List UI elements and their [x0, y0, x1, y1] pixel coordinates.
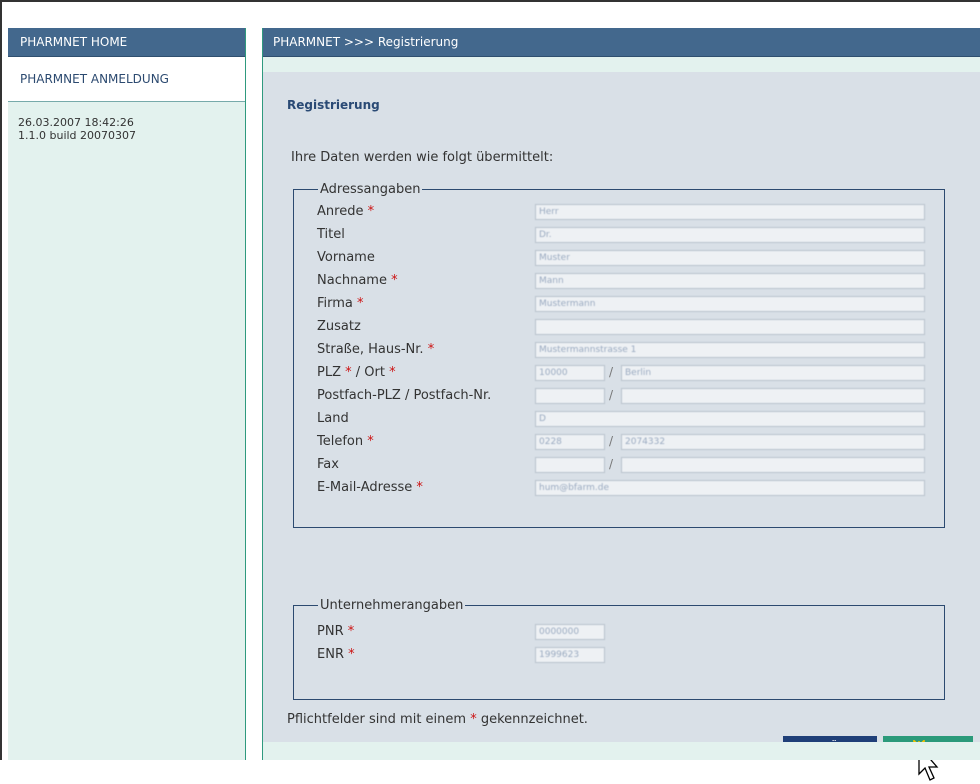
field-plz[interactable]: 10000	[535, 365, 605, 381]
field-telefon-nummer[interactable]: 2074332	[621, 434, 925, 450]
build-version: 1.1.0 build 20070307	[18, 129, 137, 142]
label-email: E-Mail-Adresse *	[317, 480, 423, 495]
window-frame-left	[0, 0, 8, 760]
timestamp: 26.03.2007 18:42:26	[18, 116, 134, 129]
label-titel: Titel	[317, 227, 345, 242]
version-info: 26.03.2007 18:42:26 1.1.0 build 20070307	[8, 102, 245, 142]
page-title: Registrierung	[287, 98, 380, 112]
label-fax: Fax	[317, 457, 339, 472]
field-zusatz[interactable]	[535, 319, 925, 335]
field-pnr[interactable]: 0000000	[535, 624, 605, 640]
field-nachname[interactable]: Mann	[535, 273, 925, 289]
field-postfach-nr[interactable]	[621, 388, 925, 404]
company-legend: Unternehmerangaben	[320, 598, 464, 613]
address-legend: Adressangaben	[320, 182, 421, 197]
field-telefon-vorwahl[interactable]: 0228	[535, 434, 605, 450]
label-anrede: Anrede *	[317, 204, 375, 219]
separator-slash: /	[609, 457, 614, 471]
field-fax-nummer[interactable]	[621, 457, 925, 473]
required-note: Pflichtfelder sind mit einem * gekennzei…	[287, 712, 588, 727]
field-strasse[interactable]: Mustermannstrasse 1	[535, 342, 925, 358]
footer-strip	[263, 742, 980, 760]
main-panel: PHARMNET >>> Registrierung Registrierung…	[262, 28, 980, 781]
label-strasse: Straße, Haus-Nr. *	[317, 342, 435, 357]
field-fax-vorwahl[interactable]	[535, 457, 605, 473]
breadcrumb: PHARMNET >>> Registrierung	[263, 28, 980, 57]
registration-form: Registrierung Ihre Daten werden wie folg…	[263, 72, 980, 781]
sidebar-item-anmeldung[interactable]: PHARMNET ANMELDUNG	[8, 57, 245, 102]
field-firma[interactable]: Mustermann	[535, 296, 925, 312]
label-plz-ort: PLZ * / Ort *	[317, 365, 396, 380]
field-email[interactable]: hum@bfarm.de	[535, 480, 925, 496]
field-ort[interactable]: Berlin	[621, 365, 925, 381]
label-zusatz: Zusatz	[317, 319, 361, 334]
label-enr: ENR *	[317, 647, 355, 662]
field-enr[interactable]: 1999623	[535, 647, 605, 663]
field-postfach-plz[interactable]	[535, 388, 605, 404]
label-telefon: Telefon *	[317, 434, 374, 449]
separator-slash: /	[609, 365, 614, 379]
sidebar: PHARMNET HOME PHARMNET ANMELDUNG 26.03.2…	[8, 28, 246, 760]
field-titel[interactable]: Dr.	[535, 227, 925, 243]
label-vorname: Vorname	[317, 250, 375, 265]
sidebar-home-link[interactable]: PHARMNET HOME	[8, 28, 245, 57]
header-strip	[263, 57, 980, 73]
separator-slash: /	[609, 388, 614, 402]
label-land: Land	[317, 411, 349, 426]
intro-text: Ihre Daten werden wie folgt übermittelt:	[291, 150, 554, 165]
field-anrede[interactable]: Herr	[535, 204, 925, 220]
label-pnr: PNR *	[317, 624, 355, 639]
field-vorname[interactable]: Muster	[535, 250, 925, 266]
field-land[interactable]: D	[535, 411, 925, 427]
window-frame-top	[0, 0, 980, 10]
separator-slash: /	[609, 434, 614, 448]
label-firma: Firma *	[317, 296, 364, 311]
label-nachname: Nachname *	[317, 273, 398, 288]
label-postfach: Postfach-PLZ / Postfach-Nr.	[317, 388, 492, 403]
company-fieldset: Unternehmerangaben	[293, 598, 945, 700]
